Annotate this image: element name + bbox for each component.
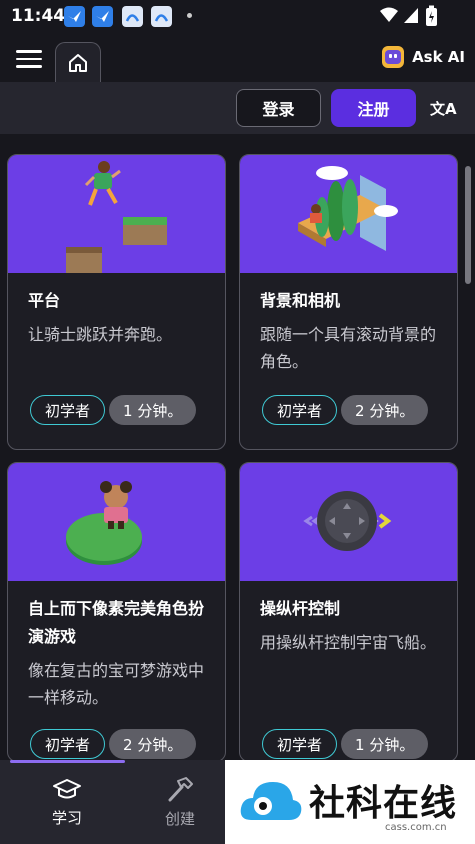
nav-learn-label: 学习 bbox=[51, 808, 82, 827]
card-description: 像在复古的宝可梦游戏中一样移动。 bbox=[28, 661, 205, 707]
tutorial-card-platform[interactable]: 平台 让骑士跳跃并奔跑。 初学者 1 分钟。 bbox=[7, 154, 226, 450]
notification-bird-icon bbox=[64, 6, 85, 27]
notification-bird-icon bbox=[92, 6, 113, 27]
duration-badge: 2 分钟。 bbox=[109, 729, 197, 759]
watermark-brand: 社科在线 bbox=[309, 783, 458, 824]
auth-bar: 登录 注册 文A bbox=[0, 82, 475, 134]
card-title: 操纵杆控制 bbox=[260, 599, 341, 618]
duration-badge: 1 分钟。 bbox=[341, 729, 429, 759]
card-tags: 初学者 2 分钟。 bbox=[30, 729, 197, 759]
card-description: 跟随一个具有滚动背景的角色。 bbox=[260, 325, 437, 371]
robot-icon bbox=[382, 46, 405, 68]
tutorial-grid: 平台 让骑士跳跃并奔跑。 初学者 1 分钟。 背景和相机 跟随一个具有滚动背景的… bbox=[0, 134, 475, 760]
tutorial-card-joystick[interactable]: 操纵杆控制 用操纵杆控制宇宙飞船。 初学者 1 分钟。 bbox=[239, 462, 458, 760]
app-bar: Ask AI bbox=[0, 34, 475, 82]
duration-badge: 2 分钟。 bbox=[341, 395, 429, 425]
tutorial-card-background-camera[interactable]: 背景和相机 跟随一个具有滚动背景的角色。 初学者 2 分钟。 bbox=[239, 154, 458, 450]
battery-icon bbox=[426, 5, 437, 26]
nav-create-label: 创建 bbox=[164, 809, 195, 828]
level-badge: 初学者 bbox=[30, 729, 106, 759]
signup-button[interactable]: 注册 bbox=[331, 89, 416, 127]
menu-icon[interactable] bbox=[16, 50, 42, 70]
notification-app-icon bbox=[122, 6, 143, 27]
home-icon bbox=[69, 53, 87, 72]
wifi-icon bbox=[380, 7, 398, 22]
level-badge: 初学者 bbox=[262, 729, 338, 759]
notification-app-icon bbox=[151, 6, 172, 27]
card-tags: 初学者 1 分钟。 bbox=[30, 395, 197, 425]
level-badge: 初学者 bbox=[262, 395, 338, 425]
hammer-icon bbox=[168, 776, 193, 801]
ask-ai-label: Ask AI bbox=[412, 48, 465, 66]
card-title: 背景和相机 bbox=[260, 291, 341, 310]
watermark-domain: cass.com.cn bbox=[385, 822, 447, 833]
background-camera-illustration bbox=[240, 155, 457, 273]
translate-icon[interactable]: 文A bbox=[430, 98, 457, 119]
ask-ai-button[interactable]: Ask AI bbox=[382, 46, 465, 68]
graduation-cap-icon bbox=[53, 778, 81, 798]
signal-icon bbox=[404, 8, 418, 23]
card-description: 用操纵杆控制宇宙飞船。 bbox=[260, 633, 437, 652]
card-title: 自上而下像素完美角色扮演游戏 bbox=[28, 599, 205, 646]
tutorial-card-top-down-rpg[interactable]: 自上而下像素完美角色扮演游戏 像在复古的宝可梦游戏中一样移动。 初学者 2 分钟… bbox=[7, 462, 226, 760]
top-down-rpg-illustration bbox=[8, 463, 225, 581]
duration-badge: 1 分钟。 bbox=[109, 395, 197, 425]
card-description: 让骑士跳跃并奔跑。 bbox=[28, 325, 173, 344]
status-time: 11:44 bbox=[11, 6, 66, 26]
card-tags: 初学者 1 分钟。 bbox=[262, 729, 429, 759]
home-tab[interactable] bbox=[55, 42, 101, 82]
status-bar: 11:44 bbox=[0, 0, 475, 34]
login-button[interactable]: 登录 bbox=[236, 89, 321, 127]
joystick-illustration bbox=[240, 463, 457, 581]
card-tags: 初学者 2 分钟。 bbox=[262, 395, 429, 425]
card-title: 平台 bbox=[28, 291, 61, 310]
bottom-nav: 学习 创建 bbox=[0, 760, 225, 844]
more-notifications-dot bbox=[187, 13, 192, 18]
nav-learn[interactable]: 学习 bbox=[11, 760, 123, 844]
nav-create[interactable]: 创建 bbox=[124, 760, 236, 844]
cloud-logo-icon bbox=[240, 782, 302, 820]
scrollbar[interactable] bbox=[465, 166, 471, 284]
platform-illustration bbox=[8, 155, 225, 273]
watermark: 社科在线 cass.com.cn bbox=[225, 760, 475, 844]
level-badge: 初学者 bbox=[30, 395, 106, 425]
